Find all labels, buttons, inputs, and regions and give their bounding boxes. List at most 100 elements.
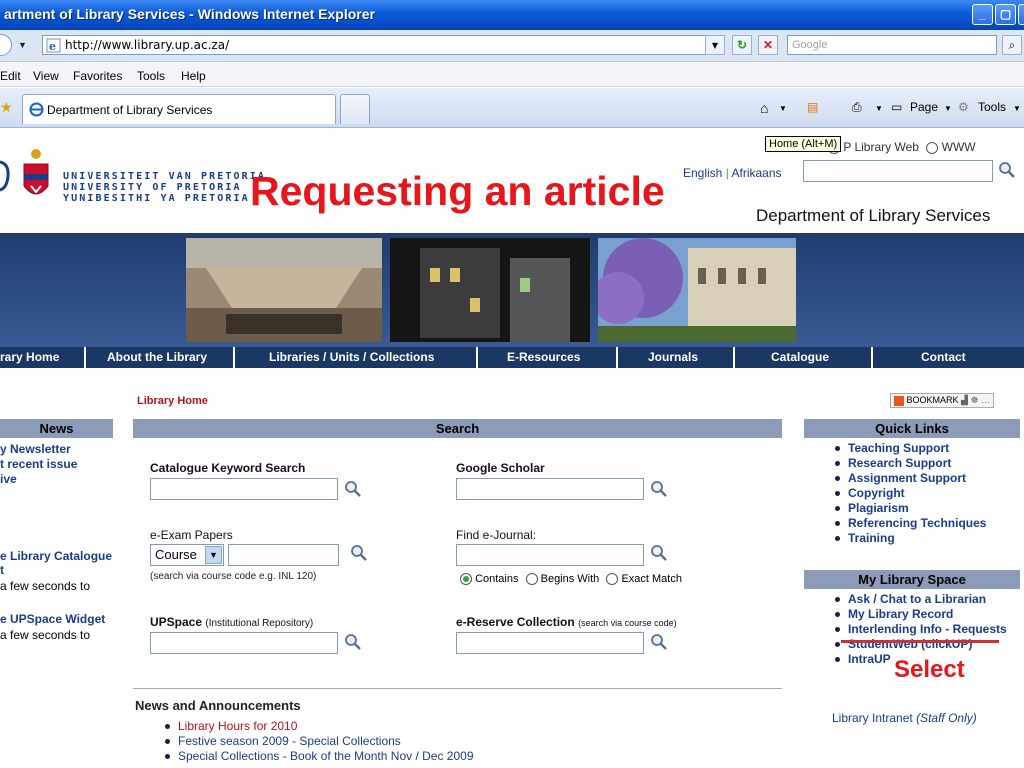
space-link-library-record[interactable]: My Library Record: [830, 607, 1007, 622]
overlay-title: Requesting an article: [250, 168, 665, 214]
ejournal-label: Find e-Journal:: [456, 528, 537, 542]
news-item-library-hours[interactable]: Library Hours for 2010: [160, 719, 474, 734]
home-icon[interactable]: ⌂: [760, 100, 768, 116]
tools-menu[interactable]: Tools: [978, 100, 1006, 114]
catalogue-widget-link-cont[interactable]: t: [0, 563, 4, 577]
menu-edit[interactable]: Edit: [0, 69, 21, 83]
scope-www-radio[interactable]: [926, 141, 939, 154]
nav-libraries[interactable]: Libraries / Units / Collections: [269, 350, 434, 364]
refresh-icon[interactable]: ↻: [732, 35, 752, 55]
exam-type-select[interactable]: Course ▼: [150, 544, 224, 566]
browser-search-icon[interactable]: ⌕: [1002, 35, 1022, 55]
exam-papers-label: e-Exam Papers: [150, 528, 233, 542]
match-exact-radio[interactable]: [606, 573, 619, 586]
lang-english-link[interactable]: English: [683, 166, 722, 180]
ereserve-search-icon[interactable]: [650, 633, 668, 651]
browser-search-input[interactable]: Google: [787, 35, 997, 55]
print-icon[interactable]: ⎙: [852, 100, 862, 115]
nav-catalogue[interactable]: Catalogue: [771, 350, 829, 364]
nav-e-resources[interactable]: E-Resources: [507, 350, 580, 364]
breadcrumb[interactable]: Library Home: [137, 395, 208, 407]
window-title: artment of Library Services - Windows In…: [4, 6, 375, 22]
tab-active[interactable]: Department of Library Services: [22, 94, 336, 124]
nav-contact[interactable]: Contact: [921, 350, 966, 364]
bookmark-button[interactable]: BOOKMARK ▟ ☸ …: [890, 393, 995, 408]
upspace-search-input[interactable]: [150, 632, 338, 654]
quick-link-research[interactable]: Research Support: [830, 456, 986, 471]
home-tooltip: Home (Alt+M): [765, 136, 842, 152]
quick-link-copyright[interactable]: Copyright: [830, 486, 986, 501]
news-item-book-of-month[interactable]: Special Collections - Book of the Month …: [160, 749, 474, 764]
upspace-widget-link[interactable]: e UPSpace Widget: [0, 612, 105, 626]
upspace-label-note: (Institutional Repository): [205, 618, 314, 629]
ejournal-search-input[interactable]: [456, 544, 644, 566]
new-tab-button[interactable]: [340, 94, 370, 124]
maximize-button[interactable]: ▢: [995, 4, 1016, 25]
catalogue-search-input[interactable]: [150, 478, 338, 500]
scholar-search-icon[interactable]: [650, 480, 668, 498]
page-dropdown-icon[interactable]: ▼: [944, 104, 952, 113]
menu-view[interactable]: View: [33, 69, 59, 83]
ejournal-search-icon[interactable]: [650, 544, 668, 562]
print-dropdown-icon[interactable]: ▼: [875, 104, 883, 113]
selection-underline: [841, 640, 999, 643]
close-button[interactable]: [1018, 4, 1024, 25]
nav-about[interactable]: About the Library: [107, 350, 207, 364]
favorites-star-icon[interactable]: ★: [0, 99, 13, 116]
address-field[interactable]: e http://www.library.up.ac.za/: [42, 35, 724, 55]
banner-photo-building-2: [390, 238, 590, 342]
quick-link-referencing[interactable]: Referencing Techniques: [830, 516, 986, 531]
minimize-button[interactable]: _: [972, 4, 993, 25]
tools-dropdown-icon[interactable]: ▼: [1013, 104, 1021, 113]
match-begins-label: Begins With: [540, 573, 600, 585]
feeds-icon[interactable]: ▤: [807, 100, 818, 114]
exam-search-icon[interactable]: [350, 544, 368, 562]
ereserve-label-text: e-Reserve Collection: [456, 615, 575, 629]
menu-help[interactable]: Help: [181, 69, 206, 83]
catalogue-search-icon[interactable]: [344, 480, 362, 498]
quick-link-teaching[interactable]: Teaching Support: [830, 441, 986, 456]
lang-afrikaans-link[interactable]: Afrikaans: [732, 166, 782, 180]
catalogue-widget-link[interactable]: e Library Catalogue: [0, 549, 112, 563]
site-search-icon[interactable]: [998, 161, 1016, 179]
site-search-input[interactable]: [803, 160, 993, 182]
stop-icon[interactable]: ✕: [758, 35, 778, 55]
scholar-search-input[interactable]: [456, 478, 644, 500]
quick-link-plagiarism[interactable]: Plagiarism: [830, 501, 986, 516]
upspace-search-icon[interactable]: [344, 633, 362, 651]
address-url: http://www.library.up.ac.za/: [65, 38, 230, 52]
quick-links-heading: Quick Links: [804, 419, 1020, 438]
address-dropdown-button[interactable]: ▾: [705, 35, 725, 55]
space-link-ask-librarian[interactable]: Ask / Chat to a Librarian: [830, 592, 1007, 607]
library-intranet-link[interactable]: Library Intranet: [832, 711, 913, 725]
match-contains-radio[interactable]: [460, 573, 472, 586]
left-news-item[interactable]: ive: [0, 472, 77, 487]
chevron-down-icon[interactable]: ▼: [205, 546, 222, 564]
gear-icon: ⚙: [958, 100, 969, 114]
nav-journals[interactable]: Journals: [648, 350, 698, 364]
page-menu[interactable]: Page: [910, 100, 938, 114]
catalogue-search-label: Catalogue Keyword Search: [150, 461, 306, 475]
exam-search-hint: (search via course code e.g. INL 120): [150, 571, 317, 582]
home-dropdown-icon[interactable]: ▼: [779, 104, 787, 113]
ereserve-search-input[interactable]: [456, 632, 644, 654]
nav-library-home[interactable]: rary Home: [0, 350, 59, 364]
left-news-item[interactable]: t recent issue: [0, 457, 77, 472]
main-nav: rary Home About the Library Libraries / …: [0, 347, 1024, 368]
menu-tools[interactable]: Tools: [137, 69, 165, 83]
quick-link-training[interactable]: Training: [830, 531, 986, 546]
history-dropdown-icon[interactable]: ▼: [18, 40, 27, 50]
university-name-line-1: UNIVERSITEIT VAN PRETORIA: [63, 171, 267, 182]
left-news-item[interactable]: y Newsletter: [0, 442, 77, 457]
bookmark-label: BOOKMARK: [906, 395, 959, 405]
match-begins-radio[interactable]: [525, 573, 538, 586]
ejournal-match-options: Contains Begins With Exact Match: [460, 573, 682, 586]
catalogue-widget-note: a few seconds to: [0, 579, 91, 593]
ereserve-label-note: (search via course code): [578, 618, 677, 628]
exam-search-input[interactable]: [228, 544, 339, 566]
site-search-scope: P Library Web WWW: [828, 140, 976, 154]
news-item-festive-season[interactable]: Festive season 2009 - Special Collection…: [160, 734, 474, 749]
space-link-interlending[interactable]: Interlending Info - Requests: [830, 622, 1007, 637]
menu-favorites[interactable]: Favorites: [73, 69, 122, 83]
quick-link-assignment[interactable]: Assignment Support: [830, 471, 986, 486]
